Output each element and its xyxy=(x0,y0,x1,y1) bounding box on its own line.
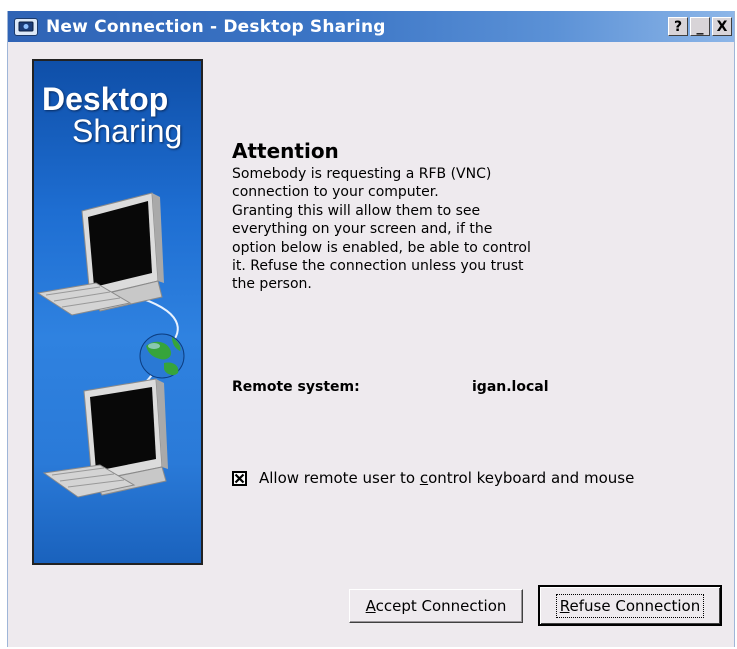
message-line: Somebody is requesting a RFB (VNC) xyxy=(232,166,492,182)
message-line: it. Refuse the connection unless you tru… xyxy=(232,258,524,275)
mnemonic-r: R xyxy=(559,596,570,615)
dialog-window: New Connection - Desktop Sharing ? _ X D… xyxy=(7,11,735,647)
title-buttons: ? _ X xyxy=(668,17,732,36)
mnemonic-c: c xyxy=(419,469,429,487)
allow-control-checkbox[interactable] xyxy=(232,470,247,486)
focus-indicator: Refuse Connection xyxy=(555,593,705,618)
minimize-button[interactable]: _ xyxy=(690,17,710,36)
globe-icon xyxy=(139,333,185,379)
message-line: Granting this will allow them to see xyxy=(232,202,481,219)
title-bar[interactable]: New Connection - Desktop Sharing ? _ X xyxy=(8,11,734,42)
close-button[interactable]: X xyxy=(712,17,732,36)
allow-control-option[interactable]: Allow remote user to control keyboard an… xyxy=(232,469,634,487)
help-button[interactable]: ? xyxy=(668,17,688,36)
attention-message: Somebody is requesting a RFB (VNC) conne… xyxy=(232,165,632,294)
checkmark-icon xyxy=(234,473,245,483)
computer-icon xyxy=(36,192,164,316)
accept-connection-button[interactable]: Accept Connection xyxy=(349,589,523,623)
attention-heading: Attention xyxy=(232,139,339,163)
remote-desktop-icon xyxy=(14,17,38,36)
desktop-sharing-banner: Desktop Sharing xyxy=(32,59,203,565)
message-line: connection to your computer. xyxy=(232,184,439,201)
message-line: option below is enabled, be able to cont… xyxy=(232,239,531,256)
mnemonic-a: A xyxy=(365,597,376,615)
message-line: everything on your screen and, if the xyxy=(232,221,493,238)
remote-system-label: Remote system: xyxy=(232,379,360,395)
refuse-connection-button[interactable]: Refuse Connection xyxy=(538,585,722,626)
computer-icon xyxy=(42,378,168,498)
remote-system-value: igan.local xyxy=(472,379,549,395)
window-title: New Connection - Desktop Sharing xyxy=(46,16,386,37)
allow-control-label[interactable]: Allow remote user to control keyboard an… xyxy=(259,469,634,487)
message-line: the person. xyxy=(232,276,312,293)
